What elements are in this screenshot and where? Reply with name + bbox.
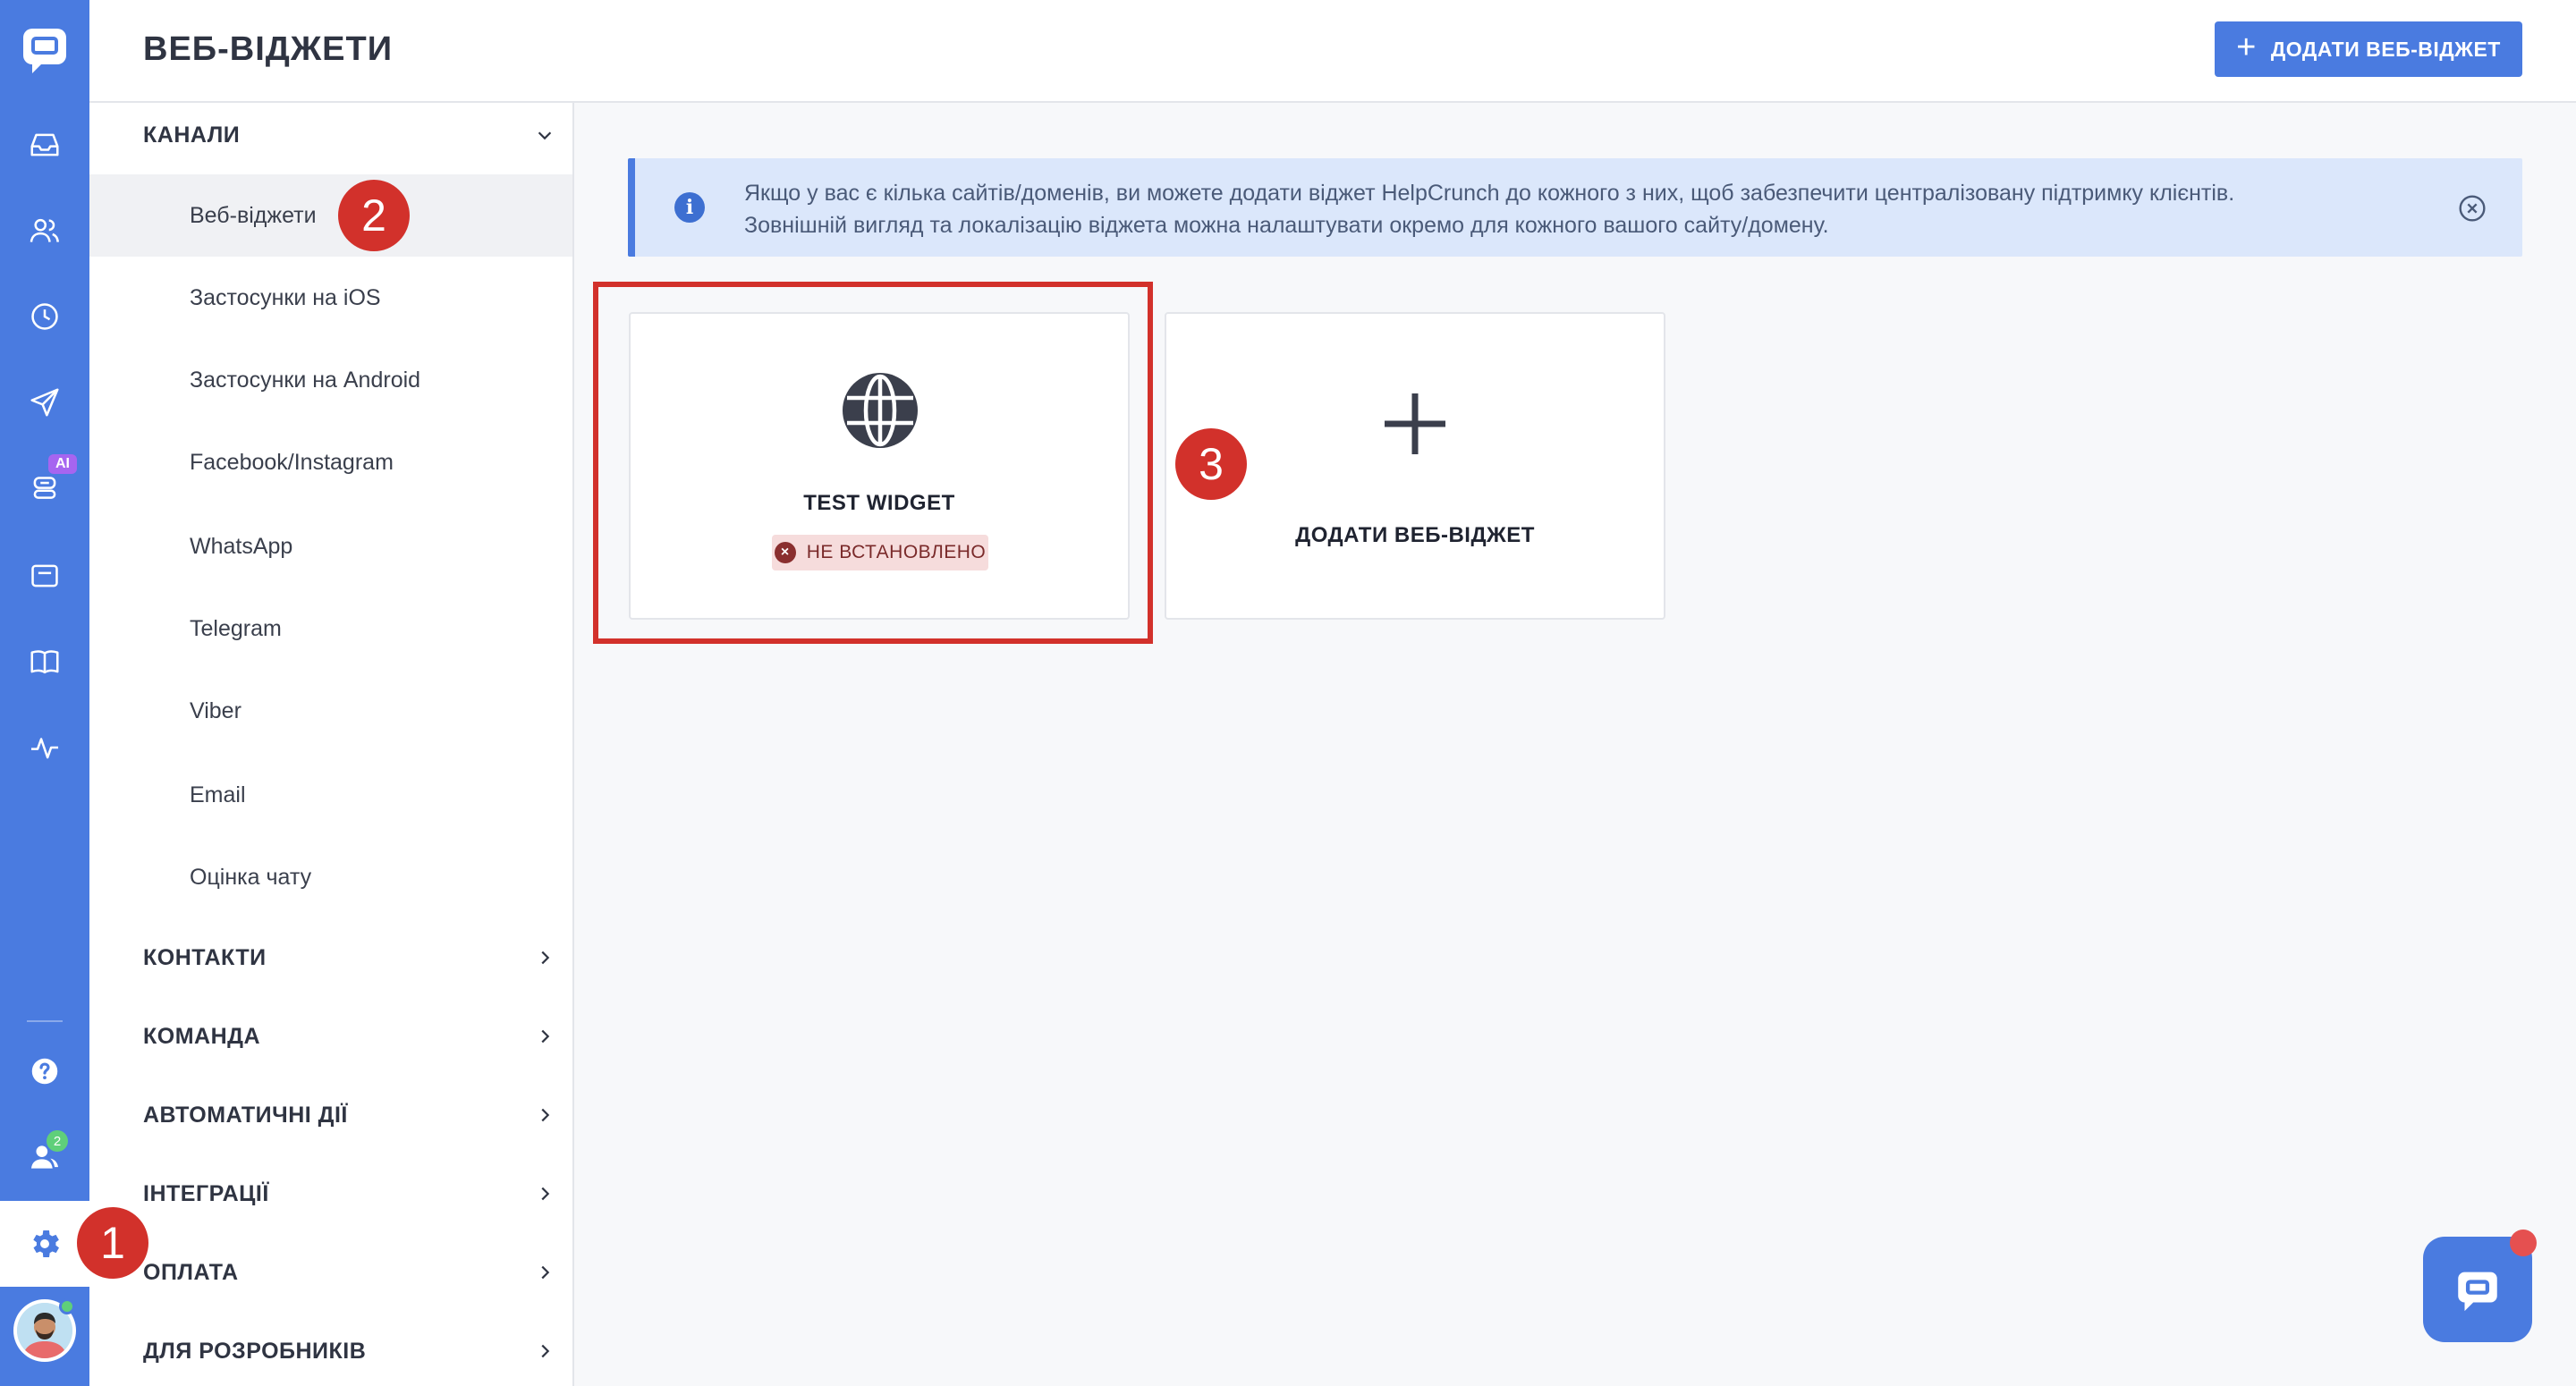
section-billing[interactable]: ОПЛАТА <box>143 1255 555 1290</box>
icon-rail: AI 2 <box>0 0 89 1386</box>
sidebar-item-android-apps[interactable]: Застосунки на Android <box>89 339 572 421</box>
gear-icon <box>33 1230 59 1257</box>
rail-divider <box>27 1020 63 1022</box>
inbox-icon[interactable] <box>23 123 66 166</box>
sidebar-item-ios-apps[interactable]: Застосунки на iOS <box>89 257 572 339</box>
settings-button[interactable] <box>0 1201 89 1287</box>
send-icon[interactable] <box>23 381 66 424</box>
section-team-label: КОМАНДА <box>143 1023 261 1049</box>
helpcrunch-logo-icon[interactable] <box>20 25 70 75</box>
activity-icon[interactable] <box>23 726 66 769</box>
contacts-icon[interactable] <box>23 209 66 252</box>
chevron-right-icon <box>541 1108 550 1122</box>
sidebar-item-facebook-instagram[interactable]: Facebook/Instagram <box>89 421 572 503</box>
status-badge: × НЕ ВСТАНОВЛЕНО <box>772 535 988 570</box>
add-web-widget-button[interactable]: + ДОДАТИ ВЕБ-ВІДЖЕТ <box>2215 21 2522 77</box>
chevron-right-icon <box>541 1187 550 1201</box>
chevron-down-icon <box>538 131 552 140</box>
close-icon[interactable] <box>2458 194 2487 223</box>
section-developers-label: ДЛЯ РОЗРОБНИКІВ <box>143 1338 367 1364</box>
team-count-badge: 2 <box>47 1130 68 1152</box>
chevron-right-icon <box>541 951 550 965</box>
settings-sidebar: КАНАЛИ Веб-віджети Застосунки на iOS Зас… <box>89 103 574 1386</box>
step-marker-2: 2 <box>338 180 410 251</box>
section-channels-label: КАНАЛИ <box>143 122 241 148</box>
section-automation-label: АВТОМАТИЧНІ ДІЇ <box>143 1102 348 1128</box>
step-marker-3: 3 <box>1175 428 1247 500</box>
section-channels[interactable]: КАНАЛИ <box>143 117 555 153</box>
notification-dot <box>2510 1230 2537 1256</box>
info-banner-line-1: Якщо у вас є кілька сайтів/доменів, ви м… <box>744 181 2235 206</box>
online-status-dot <box>59 1298 75 1314</box>
section-contacts-label: КОНТАКТИ <box>143 944 267 970</box>
plus-icon <box>1385 393 1445 454</box>
book-icon[interactable] <box>23 640 66 683</box>
sidebar-item-viber[interactable]: Viber <box>89 670 572 752</box>
section-contacts[interactable]: КОНТАКТИ <box>143 940 555 976</box>
section-automation[interactable]: АВТОМАТИЧНІ ДІЇ <box>143 1097 555 1133</box>
plus-icon: + <box>2236 29 2257 66</box>
step-marker-1: 1 <box>77 1207 148 1279</box>
info-icon: i <box>674 192 705 223</box>
knowledge-box-icon[interactable] <box>23 554 66 597</box>
widget-name: TEST WIDGET <box>803 491 955 515</box>
info-banner: i Якщо у вас є кілька сайтів/доменів, ви… <box>628 158 2522 257</box>
chevron-right-icon <box>541 1265 550 1280</box>
clock-icon[interactable] <box>23 295 66 338</box>
globe-icon <box>843 373 918 448</box>
chevron-right-icon <box>541 1029 550 1044</box>
status-badge-label: НЕ ВСТАНОВЛЕНО <box>806 542 987 562</box>
sidebar-item-email[interactable]: Email <box>89 754 572 836</box>
sidebar-item-chat-rating[interactable]: Оцінка чату <box>89 836 572 918</box>
section-integrations[interactable]: ІНТЕГРАЦІЇ <box>143 1176 555 1212</box>
chat-icon <box>2458 1272 2497 1312</box>
error-icon: × <box>774 542 796 563</box>
ai-badge: AI <box>48 454 77 474</box>
sidebar-item-whatsapp[interactable]: WhatsApp <box>89 505 572 587</box>
section-team[interactable]: КОМАНДА <box>143 1018 555 1054</box>
page-title: ВЕБ-ВІДЖЕТИ <box>143 30 394 68</box>
info-banner-text: Якщо у вас є кілька сайтів/доменів, ви м… <box>744 177 2354 241</box>
page-header: ВЕБ-ВІДЖЕТИ + ДОДАТИ ВЕБ-ВІДЖЕТ <box>89 0 2576 103</box>
sidebar-item-telegram[interactable]: Telegram <box>89 587 572 670</box>
section-developers[interactable]: ДЛЯ РОЗРОБНИКІВ <box>143 1333 555 1369</box>
widget-card[interactable]: TEST WIDGET × НЕ ВСТАНОВЛЕНО <box>629 312 1130 620</box>
section-billing-label: ОПЛАТА <box>143 1259 239 1285</box>
section-integrations-label: ІНТЕГРАЦІЇ <box>143 1180 269 1206</box>
add-widget-card-label: ДОДАТИ ВЕБ-ВІДЖЕТ <box>1295 523 1535 547</box>
help-icon[interactable] <box>23 1050 66 1093</box>
chevron-right-icon <box>541 1344 550 1358</box>
info-banner-line-2: Зовнішній вигляд та локалізацію віджета … <box>744 213 1829 238</box>
add-web-widget-button-label: ДОДАТИ ВЕБ-ВІДЖЕТ <box>2270 37 2501 61</box>
sidebar-item-web-widgets[interactable]: Веб-віджети <box>89 174 572 257</box>
